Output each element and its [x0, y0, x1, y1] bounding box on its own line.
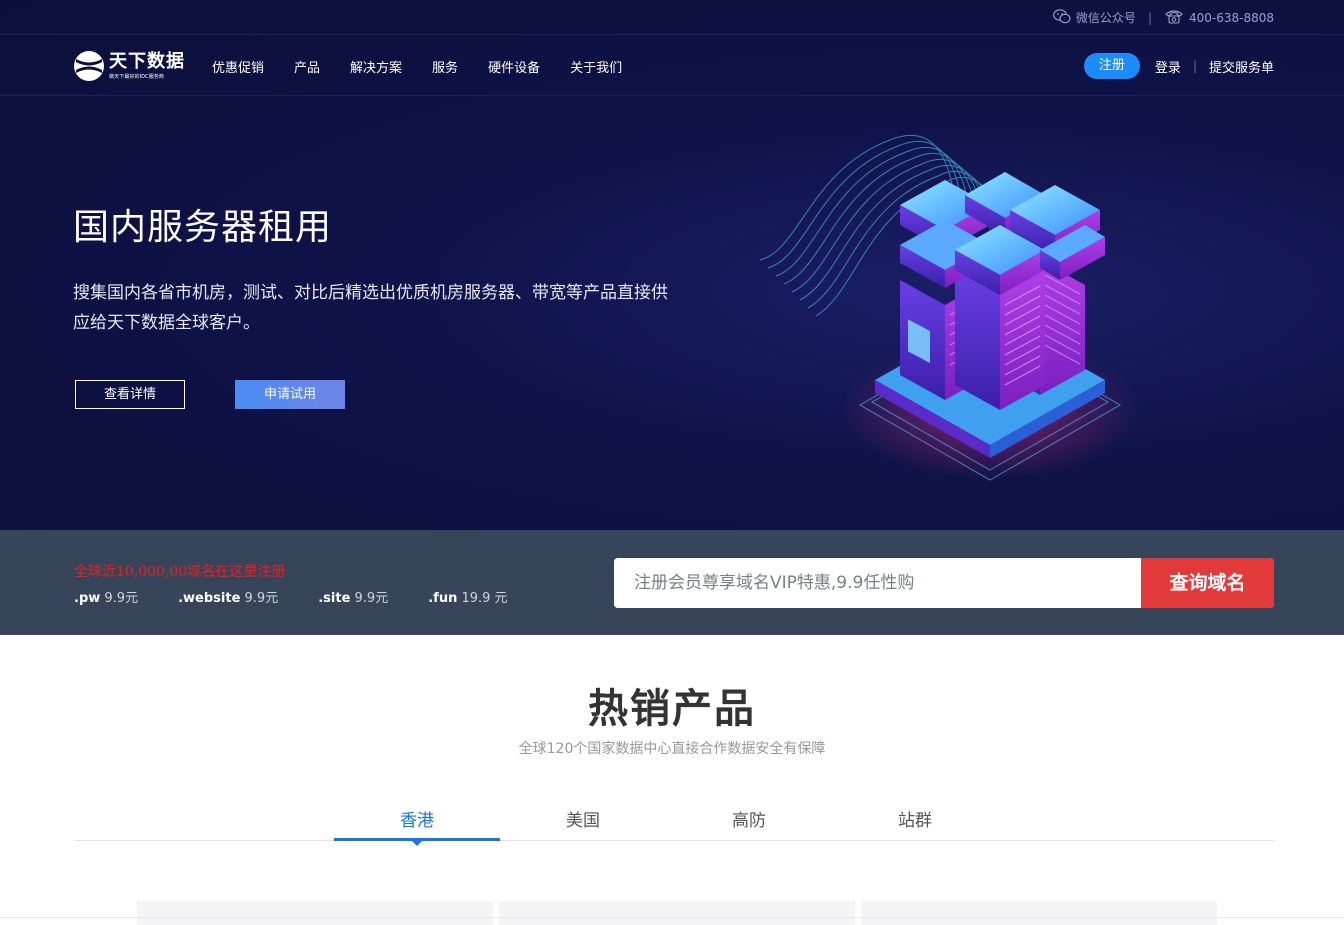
hero-description: 搜集国内各省市机房，测试、对比后精选出优质机房服务器、带宽等产品直接供应给天下数…	[73, 283, 668, 333]
domain-promo-text: 全球近10,000,00域名在这里注册	[74, 564, 286, 580]
hero-title: 国内服务器租用	[73, 207, 333, 248]
active-tab-caret-icon	[411, 840, 423, 846]
product-card[interactable]	[499, 901, 855, 925]
tld-ext: .pw	[74, 591, 101, 606]
top-bar-contacts: 微信公众号 | 400-638-8808	[1053, 0, 1274, 35]
tld-price: 9.9元	[244, 591, 279, 606]
tld-ext: .fun	[428, 591, 458, 606]
tab-ddos-protection[interactable]: 高防	[666, 800, 832, 841]
brand-name: 天下数据	[109, 50, 185, 72]
search-domain-button[interactable]: 查询域名	[1141, 558, 1274, 608]
tld-price: 9.9元	[104, 591, 139, 606]
hotline-phone: 400-638-8808	[1188, 10, 1274, 25]
tab-hongkong[interactable]: 香港	[334, 800, 500, 846]
brand-slogan: 做天下最好的IDC服务商	[109, 73, 164, 79]
tab-label: 高防	[732, 811, 766, 831]
nav-item-services[interactable]: 服务	[432, 57, 458, 76]
tld-ext: .website	[178, 591, 241, 606]
tld-ext: .site	[318, 591, 351, 606]
domain-search-bar: 全球近10,000,00域名在这里注册 .pw 9.9元 .website 9.…	[0, 530, 1344, 635]
submit-ticket-link[interactable]: 提交服务单	[1209, 57, 1274, 76]
domain-search-input[interactable]	[614, 558, 1141, 608]
main-nav: 优惠促销 产品 解决方案 服务 硬件设备 关于我们	[212, 36, 652, 96]
tld-item[interactable]: .pw 9.9元	[74, 587, 138, 606]
tld-price: 19.9 元	[461, 591, 508, 606]
tab-usa[interactable]: 美国	[500, 800, 666, 841]
wechat-icon	[1053, 8, 1071, 27]
view-details-button[interactable]: 查看详情	[75, 380, 185, 409]
nav-item-solutions[interactable]: 解决方案	[350, 57, 402, 76]
page-divider	[0, 917, 1344, 918]
brand-logo[interactable]: 天下数据 做天下最好的IDC服务商	[73, 46, 185, 86]
tab-label: 美国	[566, 811, 600, 831]
tld-price-list: .pw 9.9元 .website 9.9元 .site 9.9元 .fun 1…	[74, 587, 548, 606]
tld-item[interactable]: .fun 19.9 元	[428, 587, 507, 606]
nav-account: 注册 登录 | 提交服务单	[1083, 36, 1274, 96]
brand-mark-icon	[74, 51, 104, 81]
product-card[interactable]	[137, 901, 493, 925]
nav-separator: |	[1192, 59, 1197, 73]
tab-label: 站群	[898, 811, 932, 831]
domain-search-box: 查询域名	[614, 558, 1274, 608]
login-link[interactable]: 登录	[1155, 57, 1181, 76]
hot-products-subtitle: 全球120个国家数据中心直接合作数据安全有保障	[518, 741, 826, 757]
top-bar: 微信公众号 | 400-638-8808	[0, 0, 1344, 35]
apply-trial-button[interactable]: 申请试用	[235, 380, 345, 409]
hero-section: 微信公众号 | 400-638-8808 天下数据 做天下最好的IDC服务商 优…	[0, 0, 1344, 530]
tab-label: 香港	[400, 811, 434, 831]
product-card[interactable]	[861, 901, 1217, 925]
phone-icon	[1164, 9, 1184, 27]
nav-item-promotions[interactable]: 优惠促销	[212, 57, 264, 76]
hot-products-title: 热销产品	[588, 686, 756, 732]
wechat-label[interactable]: 微信公众号	[1076, 9, 1136, 26]
product-region-tabs: 香港 美国 高防 站群	[74, 800, 1274, 846]
main-navbar: 天下数据 做天下最好的IDC服务商 优惠促销 产品 解决方案 服务 硬件设备 关…	[0, 36, 1344, 96]
top-bar-separator: |	[1147, 10, 1152, 25]
nav-item-about[interactable]: 关于我们	[570, 57, 622, 76]
server-rack-illustration	[759, 134, 1140, 481]
tld-item[interactable]: .website 9.9元	[178, 587, 278, 606]
tab-site-cluster[interactable]: 站群	[832, 800, 998, 841]
nav-item-products[interactable]: 产品	[294, 57, 320, 76]
nav-item-hardware[interactable]: 硬件设备	[488, 57, 540, 76]
tld-price: 9.9元	[354, 591, 389, 606]
register-button[interactable]: 注册	[1083, 53, 1140, 79]
tld-item[interactable]: .site 9.9元	[318, 587, 388, 606]
